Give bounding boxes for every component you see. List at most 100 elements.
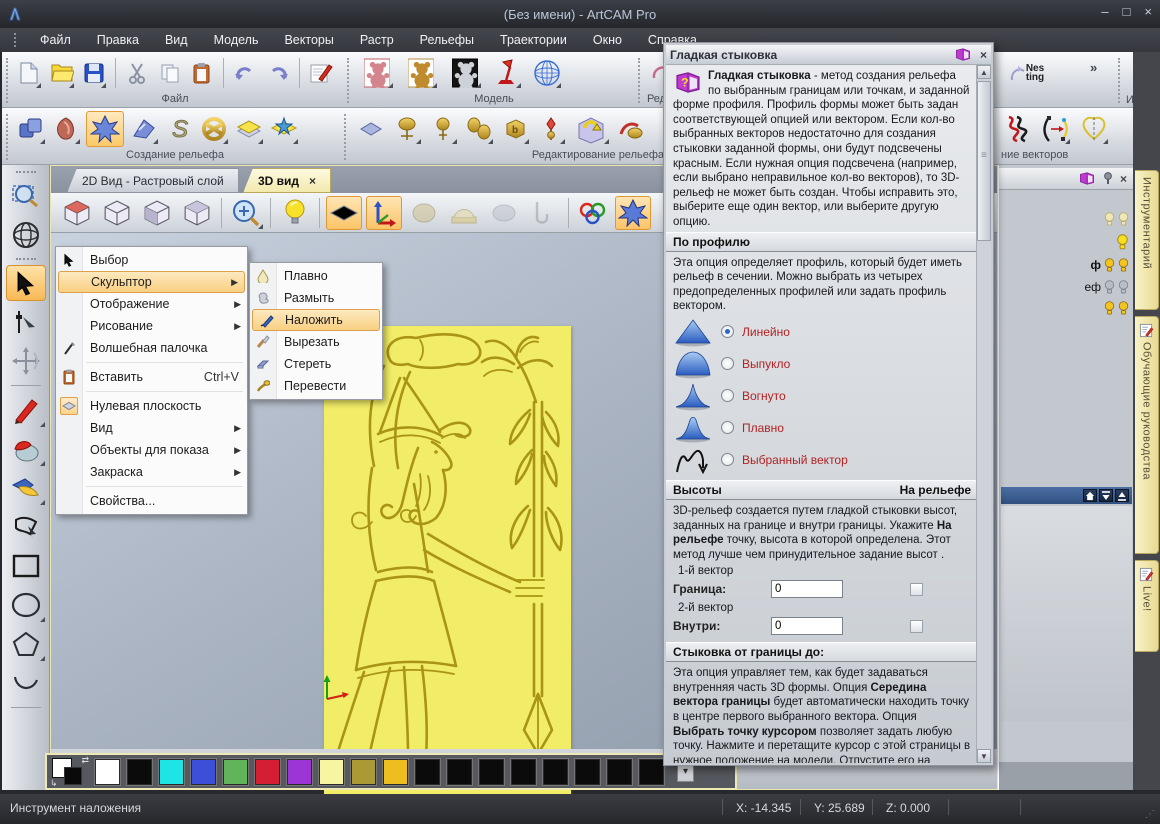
- tab-3d-view[interactable]: 3D вид×: [243, 168, 331, 193]
- palette-swatch[interactable]: [383, 759, 408, 785]
- palette-swatch[interactable]: [127, 759, 152, 785]
- palette-swatch[interactable]: [319, 759, 344, 785]
- layer-bulb-icon[interactable]: [1118, 280, 1129, 295]
- palette-swatch[interactable]: [223, 759, 248, 785]
- ellipse-tool[interactable]: [6, 587, 46, 623]
- profile-option-linear[interactable]: Линейно: [666, 316, 978, 348]
- submenu-item-smooth[interactable]: Плавно: [250, 265, 382, 287]
- layer-bulb-icon[interactable]: [1104, 212, 1115, 227]
- palette-swatch[interactable]: [255, 759, 280, 785]
- inside-height-input[interactable]: [771, 617, 843, 635]
- pan-globe-tool[interactable]: [6, 217, 46, 253]
- pin-icon[interactable]: [1102, 172, 1114, 185]
- iso-view-button[interactable]: [59, 196, 95, 230]
- cut-button[interactable]: [124, 57, 150, 89]
- radio-smooth[interactable]: [721, 421, 734, 434]
- menu-window[interactable]: Окно: [581, 30, 634, 50]
- flip-relief-button[interactable]: [572, 113, 610, 145]
- profile-option-concave[interactable]: Вогнуто: [666, 380, 978, 412]
- menu-raster[interactable]: Растр: [348, 30, 406, 50]
- context-item-magic-wand[interactable]: Волшебная палочка: [56, 337, 247, 359]
- smooth-height-button[interactable]: [428, 113, 458, 145]
- layer-bulb-icon[interactable]: [1118, 301, 1129, 316]
- tab-2d-view[interactable]: 2D Вид - Растровый слой: [67, 168, 239, 193]
- zoom-button[interactable]: [228, 196, 264, 230]
- model-lighting-button[interactable]: [492, 57, 522, 89]
- fg-bg-color-widget[interactable]: ⇄ ↳: [51, 757, 89, 787]
- reset-colors-icon[interactable]: ↳: [50, 778, 58, 789]
- light-material-button[interactable]: [277, 196, 313, 230]
- overflow-chevron[interactable]: »: [1090, 60, 1097, 75]
- palette-swatch[interactable]: [415, 759, 440, 785]
- tab-live[interactable]: Live!: [1135, 560, 1159, 652]
- extrude-button[interactable]: S: [164, 113, 194, 145]
- offset-relief-button[interactable]: [234, 113, 264, 145]
- smooth-join-button[interactable]: [86, 111, 124, 147]
- vector-blend-button[interactable]: [1041, 113, 1071, 145]
- palette-swatch[interactable]: [639, 759, 664, 785]
- relief-pair-button[interactable]: [464, 113, 494, 145]
- copy-button[interactable]: [156, 57, 182, 89]
- menu-vectors[interactable]: Векторы: [272, 30, 345, 50]
- view-along-y-button[interactable]: [139, 196, 175, 230]
- relief-slice-button[interactable]: [446, 196, 482, 230]
- profile-option-convex[interactable]: Выпукло: [666, 348, 978, 380]
- model-wireframe-button[interactable]: [532, 57, 562, 89]
- texture-relief-button[interactable]: [269, 113, 299, 145]
- palette-swatch[interactable]: [575, 759, 600, 785]
- node-edit-tool[interactable]: [6, 304, 46, 340]
- layer-row[interactable]: еф: [1084, 278, 1129, 296]
- model-resolution-button[interactable]: [404, 57, 438, 89]
- new-model-button[interactable]: [16, 57, 42, 89]
- airbrush-tool[interactable]: [6, 470, 46, 506]
- polygon-tool[interactable]: [6, 626, 46, 662]
- layer-bulb-icon[interactable]: [1104, 280, 1115, 295]
- submenu-item-erase[interactable]: Стереть: [250, 353, 382, 375]
- panel-scrollbar[interactable]: ▲ ▼: [976, 65, 991, 763]
- profile-option-selected-vector[interactable]: Выбранный вектор: [666, 444, 978, 476]
- radio-concave[interactable]: [721, 389, 734, 402]
- sculpt-tool-button[interactable]: [392, 113, 422, 145]
- border-checkbox[interactable]: [910, 583, 923, 596]
- palette-swatch[interactable]: [479, 759, 504, 785]
- palette-swatch[interactable]: [287, 759, 312, 785]
- toggle-zero-plane-button[interactable]: [326, 196, 362, 230]
- shape-editor-button[interactable]: [51, 113, 81, 145]
- scroll-up-button[interactable]: ▲: [977, 65, 991, 79]
- scroll-down-button[interactable]: ▼: [977, 749, 991, 763]
- palette-swatch[interactable]: [543, 759, 568, 785]
- paste-button[interactable]: [189, 57, 215, 89]
- layer-row[interactable]: [1104, 299, 1129, 317]
- submenu-item-translate[interactable]: Перевести: [250, 375, 382, 397]
- transform-tool[interactable]: [6, 343, 46, 379]
- close-button[interactable]: ×: [1144, 4, 1152, 19]
- select-tool[interactable]: [6, 265, 46, 301]
- context-item-sculptor[interactable]: Скульптор ▶: [58, 271, 245, 293]
- minimize-button[interactable]: –: [1101, 4, 1108, 19]
- open-model-button[interactable]: [48, 57, 74, 89]
- tab-tutorials[interactable]: Обучающие руководства: [1135, 316, 1159, 554]
- vector-select-tool[interactable]: [6, 509, 46, 545]
- move-layer-down-button[interactable]: [1099, 489, 1113, 502]
- layer-row[interactable]: ф: [1091, 256, 1130, 274]
- menu-model[interactable]: Модель: [202, 30, 271, 50]
- submenu-item-carve[interactable]: Вырезать: [250, 331, 382, 353]
- palette-swatch[interactable]: [191, 759, 216, 785]
- layer-row[interactable]: [1116, 233, 1129, 251]
- palette-swatch[interactable]: [447, 759, 472, 785]
- greyscale-view-button[interactable]: [406, 196, 442, 230]
- vector-mirror-button[interactable]: [1079, 113, 1109, 145]
- panel-header[interactable]: Гладкая стыковка ×: [666, 45, 991, 65]
- relief-preview-button[interactable]: [486, 196, 522, 230]
- inside-checkbox[interactable]: [910, 620, 923, 633]
- radio-convex[interactable]: [721, 357, 734, 370]
- context-item-properties[interactable]: Свойства...: [56, 490, 247, 512]
- layer-bulb-icon[interactable]: [1116, 234, 1129, 251]
- undo-button[interactable]: [232, 57, 258, 89]
- vector-texture-button[interactable]: [1003, 113, 1033, 145]
- radio-selected-vector[interactable]: [721, 453, 734, 466]
- help-book-icon[interactable]: [954, 47, 972, 62]
- nesting-button[interactable]: Nesting: [1006, 57, 1048, 89]
- layer-row[interactable]: [1104, 210, 1129, 228]
- maximize-button[interactable]: □: [1123, 4, 1131, 19]
